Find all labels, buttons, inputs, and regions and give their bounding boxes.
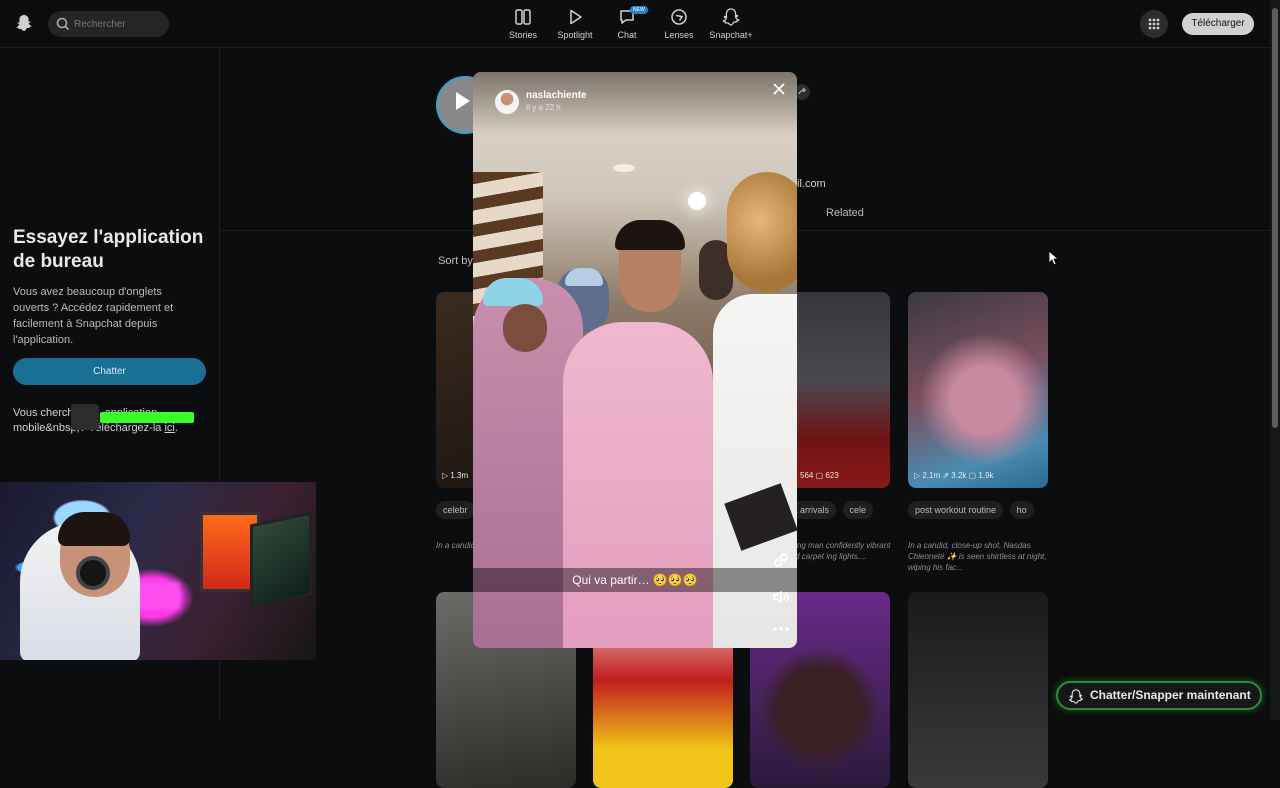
tag-chip[interactable]: post workout routine <box>908 501 1004 519</box>
nav-spotlight[interactable]: Spotlight <box>549 8 601 40</box>
mobile-text-download: Téléchargez-la <box>88 422 162 434</box>
nav-chat[interactable]: NEW Chat <box>601 6 653 40</box>
stories-icon <box>515 9 531 25</box>
man-hair <box>615 220 685 250</box>
girl-face <box>503 304 547 352</box>
snapchat-plus-icon <box>722 8 740 26</box>
snapchat-logo-icon[interactable] <box>16 14 32 32</box>
spotlight-card[interactable]: ▷ 2.1m ⇗ 3.2k ▢ 1.9k <box>908 292 1048 488</box>
desktop-app-description: Vous avez beaucoup d'onglets ouverts ? A… <box>13 286 174 346</box>
close-icon[interactable] <box>771 81 787 97</box>
nav-chat-label: Chat <box>617 30 637 40</box>
nav-snapchat-plus[interactable]: Snapchat+ <box>705 8 757 40</box>
mobile-text-end: . <box>174 422 178 434</box>
streamer-hair <box>58 512 130 546</box>
card-stats: ▷ 1.3m <box>442 471 469 480</box>
lenses-icon <box>671 9 687 25</box>
mobile-download-link[interactable]: ici <box>164 422 174 434</box>
tag-chip[interactable]: celebr <box>436 501 475 519</box>
mobile-text-prefix: Vous cherch <box>13 407 74 419</box>
story-author-avatar[interactable] <box>495 90 519 114</box>
background-person-cap <box>565 268 603 286</box>
spotlight-card[interactable] <box>908 592 1048 788</box>
more-options-icon[interactable] <box>771 619 791 639</box>
ghost-icon <box>1069 689 1083 704</box>
story-caption: Qui va partir… 🥺🥺🥺 <box>473 568 797 592</box>
nav-spotlight-label: Spotlight <box>557 30 593 40</box>
chat-button[interactable]: Chatter <box>13 358 206 385</box>
wall-light <box>688 192 706 210</box>
card-stats: ▷ 2.1m ⇗ 3.2k ▢ 1.9k <box>914 471 994 480</box>
grid-icon <box>1148 18 1160 30</box>
new-badge: NEW <box>630 6 648 14</box>
nav-snapchat-plus-label: Snapchat+ <box>709 30 753 40</box>
sort-by-label[interactable]: Sort by <box>438 255 473 267</box>
tag-chips: post workout routine ho <box>908 501 1038 521</box>
desktop-app-title: Essayez l'application de bureau <box>13 227 204 272</box>
redaction-block <box>71 404 99 430</box>
nav-lenses-label: Lenses <box>664 30 694 40</box>
story-viewer[interactable]: naslachiente Il y a 22 h Qui va partir… … <box>473 72 797 648</box>
search-icon <box>56 17 70 31</box>
nav-lenses[interactable]: Lenses <box>653 8 705 40</box>
card-stats: 564 ▢ 623 <box>800 471 839 480</box>
search-input[interactable] <box>74 15 164 33</box>
top-bar: Stories Spotlight NEW Chat Lenses Snapch… <box>0 0 1270 48</box>
tag-chips: t arrivals cele <box>788 501 877 521</box>
tag-chip[interactable]: cele <box>842 501 874 519</box>
volume-icon[interactable] <box>771 587 791 607</box>
nav-stories[interactable]: Stories <box>497 8 549 40</box>
headphones <box>76 556 110 590</box>
redaction-highlight <box>100 412 194 423</box>
tag-chip[interactable]: ho <box>1009 501 1034 519</box>
story-header <box>473 72 797 132</box>
blue-cap <box>483 278 543 306</box>
story-video[interactable] <box>473 72 797 648</box>
card-caption: oung man confidently vibrant red carpet … <box>788 541 891 561</box>
download-button[interactable]: Télécharger <box>1182 13 1254 35</box>
story-timestamp: Il y a 22 h <box>526 103 561 112</box>
card-caption: In a candid, close-up shot, Nasdas Chien… <box>908 541 1047 572</box>
profile-email-fragment[interactable]: il.com <box>797 178 826 190</box>
chat-snap-now-label: Chatter/Snapper maintenant <box>1090 688 1251 702</box>
scrollbar-thumb[interactable] <box>1272 8 1278 428</box>
search-bar[interactable] <box>48 11 169 37</box>
ceiling-lamp <box>613 164 635 172</box>
chat-snap-now-button[interactable]: Chatter/Snapper maintenant <box>1056 681 1262 710</box>
mouse-cursor-icon <box>1048 250 1058 266</box>
story-author-username[interactable]: naslachiente <box>526 90 587 101</box>
link-icon[interactable] <box>771 550 791 570</box>
tab-related[interactable]: Related <box>826 207 864 219</box>
curly-hair-person <box>727 172 797 292</box>
pink-hoodie-man <box>563 322 713 648</box>
nav-stories-label: Stories <box>508 30 537 40</box>
apps-grid-button[interactable] <box>1140 10 1168 38</box>
spotlight-play-icon <box>570 9 582 25</box>
